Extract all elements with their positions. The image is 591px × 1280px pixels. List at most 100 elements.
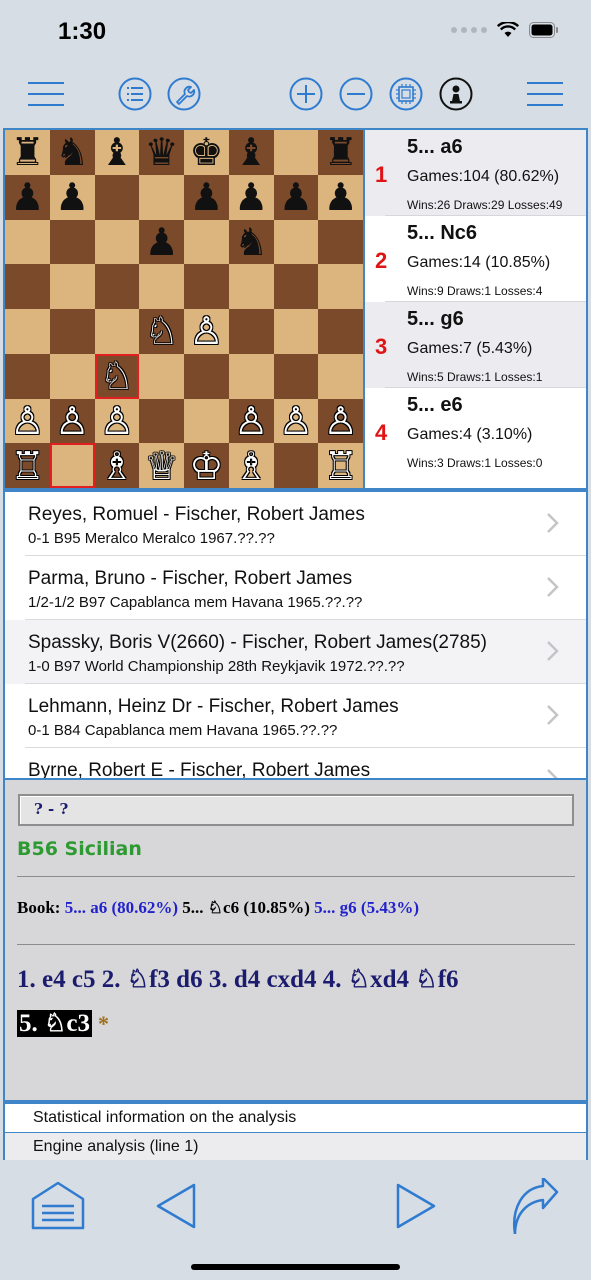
board-square[interactable] xyxy=(94,264,140,309)
board-square[interactable] xyxy=(5,219,50,265)
board-square[interactable] xyxy=(318,309,363,354)
board-square[interactable] xyxy=(228,353,274,399)
chess-piece[interactable]: ♞ xyxy=(55,133,89,171)
chess-piece[interactable]: ♟ xyxy=(10,178,44,216)
board-square[interactable]: ♛ xyxy=(139,130,184,175)
menu-right-icon[interactable] xyxy=(527,76,563,112)
chess-piece[interactable]: ♟ xyxy=(234,178,268,216)
chess-piece[interactable]: ♗ xyxy=(234,447,268,485)
board-square[interactable] xyxy=(49,353,95,399)
chess-piece[interactable]: ♙ xyxy=(234,402,268,440)
board-square[interactable]: ♝ xyxy=(228,130,274,175)
board-square[interactable]: ♜ xyxy=(318,130,363,175)
book-move-item[interactable]: 5... a6 1 Games:104 (80.62%) Wins:26 Dra… xyxy=(365,130,586,216)
info-row-statistics[interactable]: Statistical information on the analysis xyxy=(5,1104,586,1132)
board-square[interactable] xyxy=(318,264,363,309)
chess-piece[interactable]: ♝ xyxy=(100,133,134,171)
chess-piece[interactable]: ♜ xyxy=(324,133,358,171)
board-square[interactable] xyxy=(273,219,319,265)
board-square[interactable] xyxy=(49,309,95,354)
document-menu-icon[interactable] xyxy=(28,1176,88,1236)
board-square[interactable] xyxy=(49,443,95,488)
move-list[interactable]: 1. e4 c5 2. ♘f3 d6 3. d4 cxd4 4. ♘xd4 ♘f… xyxy=(17,964,459,994)
chess-piece[interactable]: ♟ xyxy=(189,178,223,216)
board-square[interactable] xyxy=(94,174,140,220)
chess-piece[interactable]: ♖ xyxy=(324,447,358,485)
board-square[interactable] xyxy=(273,264,319,309)
chess-piece[interactable]: ♙ xyxy=(279,402,313,440)
board-square[interactable] xyxy=(273,353,319,399)
chess-piece[interactable]: ♟ xyxy=(324,178,358,216)
game-row[interactable]: Spassky, Boris V(2660) - Fischer, Robert… xyxy=(5,620,586,684)
board-square[interactable]: ♚ xyxy=(184,130,229,175)
chess-board[interactable]: ♜ ♞ ♝ ♛ ♚ ♝ ♜ ♟ ♟ ♟ ♟ ♟ ♟ ♟ ♞ ♘ ♙ ♘ ♙ ♙ ♙ ♙ ♙ ♙ ♖ ♗ ♕ ♔ ♗ ♖ xyxy=(5,130,363,488)
menu-icon[interactable] xyxy=(28,76,64,112)
board-square[interactable] xyxy=(184,264,229,309)
chess-piece[interactable]: ♙ xyxy=(10,402,44,440)
chess-piece[interactable]: ♟ xyxy=(55,178,89,216)
wrench-icon[interactable] xyxy=(166,76,202,112)
board-square[interactable]: ♟ xyxy=(228,174,274,220)
chess-piece[interactable]: ♗ xyxy=(100,447,134,485)
board-square[interactable] xyxy=(184,353,229,399)
board-square[interactable] xyxy=(139,264,184,309)
notation-content[interactable]: ? - ? B56 Sicilian Book: 5... a6 (80.62%… xyxy=(5,780,586,1100)
book-move-item[interactable]: 5... g6 3 Games:7 (5.43%) Wins:5 Draws:1… xyxy=(365,302,586,388)
book-line-move[interactable]: 5... ♘c6 (10.85%) xyxy=(182,898,310,917)
book-line-move[interactable]: 5... g6 (5.43%) xyxy=(314,898,419,917)
board-square[interactable]: ♟ xyxy=(273,174,319,220)
book-move-item[interactable]: 5... Nc6 2 Games:14 (10.85%) Wins:9 Draw… xyxy=(365,216,586,302)
pawn-icon[interactable] xyxy=(438,76,474,112)
game-row[interactable]: Lehmann, Heinz Dr - Fischer, Robert Jame… xyxy=(5,684,586,748)
board-square[interactable] xyxy=(139,174,184,220)
board-square[interactable]: ♕ xyxy=(139,443,184,488)
board-square[interactable] xyxy=(94,219,140,265)
board-square[interactable] xyxy=(228,309,274,354)
game-row[interactable]: Parma, Bruno - Fischer, Robert James 1/2… xyxy=(5,556,586,620)
board-square[interactable]: ♘ xyxy=(94,353,140,399)
zoom-out-icon[interactable] xyxy=(338,76,374,112)
game-row[interactable]: Byrne, Robert E - Fischer, Robert James xyxy=(5,748,586,778)
board-square[interactable]: ♟ xyxy=(318,174,363,220)
chess-piece[interactable]: ♚ xyxy=(189,133,223,171)
board-square[interactable] xyxy=(184,398,229,444)
chess-piece[interactable]: ♔ xyxy=(189,447,223,485)
board-square[interactable]: ♗ xyxy=(94,443,140,488)
board-square[interactable]: ♞ xyxy=(228,219,274,265)
board-square[interactable]: ♙ xyxy=(318,398,363,444)
board-square[interactable]: ♖ xyxy=(318,443,363,488)
board-square[interactable] xyxy=(49,219,95,265)
chess-piece[interactable]: ♝ xyxy=(234,133,268,171)
board-square[interactable]: ♙ xyxy=(5,398,50,444)
board-square[interactable]: ♟ xyxy=(49,174,95,220)
chess-piece[interactable]: ♘ xyxy=(100,357,134,395)
board-square[interactable]: ♙ xyxy=(228,398,274,444)
board-square[interactable]: ♙ xyxy=(94,398,140,444)
board-square[interactable]: ♗ xyxy=(228,443,274,488)
board-square[interactable] xyxy=(5,353,50,399)
list-icon[interactable] xyxy=(117,76,153,112)
board-square[interactable] xyxy=(5,309,50,354)
chess-piece[interactable]: ♙ xyxy=(55,402,89,440)
chess-piece[interactable]: ♖ xyxy=(10,447,44,485)
board-square[interactable] xyxy=(49,264,95,309)
chess-piece[interactable]: ♕ xyxy=(145,447,179,485)
board-square[interactable] xyxy=(273,443,319,488)
board-square[interactable] xyxy=(318,353,363,399)
zoom-in-icon[interactable] xyxy=(288,76,324,112)
games-list[interactable]: Reyes, Romuel - Fischer, Robert James 0-… xyxy=(3,490,588,778)
book-move-item[interactable]: 5... e6 4 Games:4 (3.10%) Wins:3 Draws:1… xyxy=(365,388,586,474)
chess-piece[interactable]: ♙ xyxy=(100,402,134,440)
chess-piece[interactable]: ♙ xyxy=(189,312,223,350)
game-header-box[interactable]: ? - ? xyxy=(18,794,574,826)
board-square[interactable] xyxy=(228,264,274,309)
engine-chip-icon[interactable] xyxy=(388,76,424,112)
board-square[interactable]: ♝ xyxy=(94,130,140,175)
board-square[interactable]: ♙ xyxy=(273,398,319,444)
chess-piece[interactable]: ♙ xyxy=(324,402,358,440)
board-square[interactable]: ♟ xyxy=(139,219,184,265)
board-square[interactable] xyxy=(139,353,184,399)
chess-piece[interactable]: ♜ xyxy=(10,133,44,171)
board-square[interactable] xyxy=(273,130,319,175)
chess-piece[interactable]: ♟ xyxy=(279,178,313,216)
